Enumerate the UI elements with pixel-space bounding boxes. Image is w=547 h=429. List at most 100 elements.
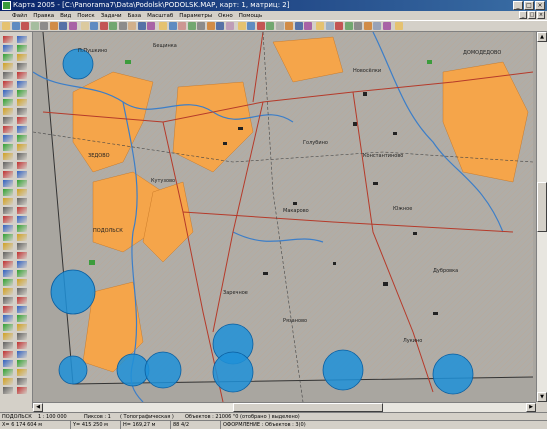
toolbar-button-icon[interactable] <box>354 22 362 30</box>
editor-tool-icon[interactable] <box>3 315 13 322</box>
doc-restore-button[interactable]: □ <box>528 11 536 19</box>
toolbar-button-icon[interactable] <box>178 22 186 30</box>
editor-tool-icon[interactable] <box>17 288 27 295</box>
editor-tool-icon[interactable] <box>3 324 13 331</box>
editor-tool-icon[interactable] <box>3 207 13 214</box>
toolbar-button-icon[interactable] <box>30 22 39 30</box>
editor-tool-icon[interactable] <box>3 63 13 70</box>
editor-tool-icon[interactable] <box>17 72 27 79</box>
toolbar-button-icon[interactable] <box>335 22 343 30</box>
editor-tool-icon[interactable] <box>3 180 13 187</box>
editor-tool-icon[interactable] <box>3 243 13 250</box>
editor-tool-icon[interactable] <box>17 99 27 106</box>
editor-tool-icon[interactable] <box>17 360 27 367</box>
editor-tool-icon[interactable] <box>17 279 27 286</box>
maximize-button[interactable]: □ <box>524 1 534 10</box>
selection-circle[interactable] <box>144 351 182 389</box>
menu-edit[interactable]: Правка <box>30 13 57 19</box>
selection-circle[interactable] <box>116 353 150 387</box>
editor-tool-icon[interactable] <box>17 207 27 214</box>
editor-tool-icon[interactable] <box>3 90 13 97</box>
toolbar-button-icon[interactable] <box>256 22 265 30</box>
map-canvas[interactable]: П.Пушкино Бещинка ЗЕДОВО Кутузово ПОДОЛЬ… <box>33 32 543 402</box>
toolbar-button-icon[interactable] <box>68 22 77 30</box>
scroll-right-button[interactable]: ▶ <box>526 403 536 412</box>
editor-tool-icon[interactable] <box>3 126 13 133</box>
editor-tool-icon[interactable] <box>17 198 27 205</box>
menu-window[interactable]: Окно <box>215 13 236 19</box>
toolbar-button-icon[interactable] <box>2 22 10 30</box>
editor-tool-icon[interactable] <box>17 162 27 169</box>
menu-database[interactable]: База <box>125 13 144 19</box>
horizontal-scrollbar[interactable]: ◀ ▶ <box>33 402 536 412</box>
toolbar-button-icon[interactable] <box>285 22 293 30</box>
toolbar-button-icon[interactable] <box>40 22 48 30</box>
toolbar-button-icon[interactable] <box>266 22 274 30</box>
editor-tool-icon[interactable] <box>17 306 27 313</box>
editor-tool-icon[interactable] <box>3 360 13 367</box>
menu-help[interactable]: Помощь <box>236 13 265 19</box>
editor-tool-icon[interactable] <box>17 351 27 358</box>
editor-tool-icon[interactable] <box>17 171 27 178</box>
close-button[interactable]: × <box>535 1 545 10</box>
editor-tool-icon[interactable] <box>17 81 27 88</box>
editor-tool-icon[interactable] <box>3 72 13 79</box>
editor-tool-icon[interactable] <box>17 270 27 277</box>
toolbar-button-icon[interactable] <box>80 22 89 30</box>
toolbar-button-icon[interactable] <box>109 22 117 30</box>
toolbar-button-icon[interactable] <box>168 22 177 30</box>
editor-tool-icon[interactable] <box>17 243 27 250</box>
toolbar-button-icon[interactable] <box>11 22 20 30</box>
doc-close-button[interactable]: × <box>537 11 545 19</box>
toolbar-button-icon[interactable] <box>275 22 284 30</box>
editor-tool-icon[interactable] <box>3 234 13 241</box>
editor-tool-icon[interactable] <box>3 252 13 259</box>
toolbar-button-icon[interactable] <box>237 22 246 30</box>
editor-tool-icon[interactable] <box>3 36 13 43</box>
menu-scale[interactable]: Масштаб <box>144 13 176 19</box>
editor-tool-icon[interactable] <box>3 171 13 178</box>
toolbar-button-icon[interactable] <box>49 22 58 30</box>
selection-circle[interactable] <box>212 351 254 393</box>
toolbar-button-icon[interactable] <box>225 22 234 30</box>
editor-tool-icon[interactable] <box>17 342 27 349</box>
toolbar-button-icon[interactable] <box>373 22 381 30</box>
editor-tool-icon[interactable] <box>3 216 13 223</box>
scroll-up-button[interactable]: ▲ <box>537 32 547 42</box>
vertical-scrollbar[interactable]: ▲ ▼ <box>536 32 547 402</box>
scroll-down-button[interactable]: ▼ <box>537 392 547 402</box>
editor-tool-icon[interactable] <box>3 225 13 232</box>
toolbar-button-icon[interactable] <box>344 22 353 30</box>
editor-tool-icon[interactable] <box>3 261 13 268</box>
toolbar-button-icon[interactable] <box>394 22 403 30</box>
editor-tool-icon[interactable] <box>3 387 13 394</box>
editor-tool-icon[interactable] <box>3 189 13 196</box>
toolbar-button-icon[interactable] <box>21 22 29 30</box>
editor-tool-icon[interactable] <box>17 117 27 124</box>
menu-view[interactable]: Вид <box>57 13 74 19</box>
minimize-button[interactable]: _ <box>513 1 523 10</box>
editor-tool-icon[interactable] <box>3 342 13 349</box>
toolbar-button-icon[interactable] <box>247 22 255 30</box>
toolbar-button-icon[interactable] <box>382 22 391 30</box>
menu-search[interactable]: Поиск <box>74 13 97 19</box>
editor-tool-icon[interactable] <box>17 378 27 385</box>
toolbar-button-icon[interactable] <box>90 22 98 30</box>
toolbar-button-icon[interactable] <box>187 22 196 30</box>
editor-tool-icon[interactable] <box>3 279 13 286</box>
toolbar-button-icon[interactable] <box>206 22 215 30</box>
toolbar-button-icon[interactable] <box>304 22 312 30</box>
editor-tool-icon[interactable] <box>3 117 13 124</box>
map-view[interactable]: П.Пушкино Бещинка ЗЕДОВО Кутузово ПОДОЛЬ… <box>33 32 543 402</box>
editor-tool-icon[interactable] <box>3 135 13 142</box>
editor-tool-icon[interactable] <box>17 225 27 232</box>
editor-tool-icon[interactable] <box>17 54 27 61</box>
selection-circle[interactable] <box>58 355 88 385</box>
editor-tool-icon[interactable] <box>17 189 27 196</box>
toolbar-button-icon[interactable] <box>128 22 136 30</box>
editor-tool-icon[interactable] <box>3 81 13 88</box>
editor-tool-icon[interactable] <box>17 387 27 394</box>
editor-tool-icon[interactable] <box>17 144 27 151</box>
editor-tool-icon[interactable] <box>3 288 13 295</box>
editor-tool-icon[interactable] <box>3 297 13 304</box>
